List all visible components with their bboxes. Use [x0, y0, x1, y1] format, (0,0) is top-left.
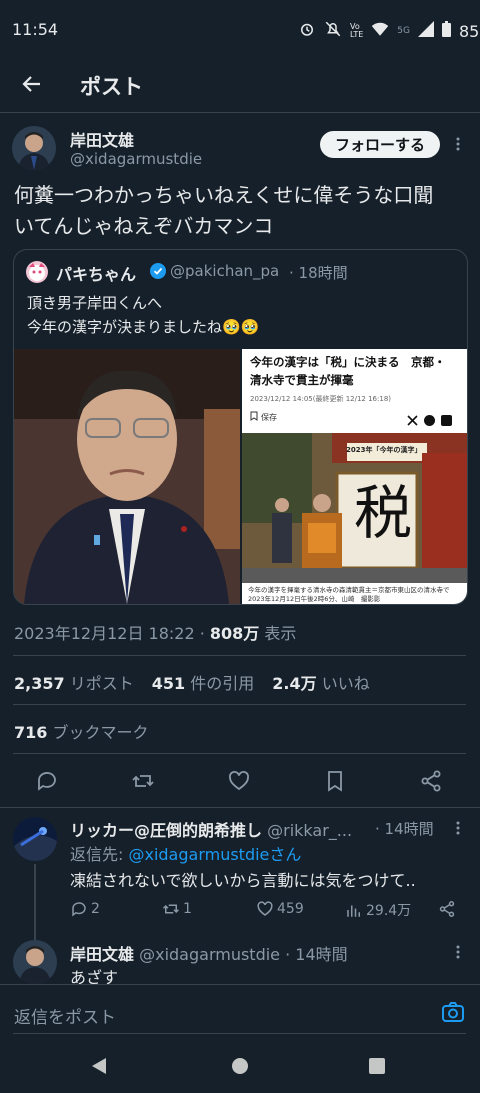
quote-time: · 18時間 [289, 264, 348, 282]
system-nav-bar [0, 1038, 480, 1093]
volte-icon: Vo LTE [350, 22, 364, 39]
reposts-stat[interactable]: 2,357 リポスト [14, 670, 134, 694]
bookmarks-stat[interactable]: 716 ブックマーク [14, 719, 149, 743]
reply-icon [72, 902, 86, 917]
bookmark-icon[interactable] [323, 769, 347, 793]
x-share-icon [407, 411, 418, 430]
reply-author-name[interactable]: 岸田文雄 [70, 945, 134, 964]
status-bar: 11:54 VoLTE 5G 85% [0, 0, 480, 60]
reply-comment-button[interactable]: 2 [70, 900, 100, 918]
status-time: 11:54 [12, 20, 59, 39]
reply-repost-button[interactable]: 1 [162, 900, 192, 918]
repost-icon [162, 904, 180, 914]
bookmark-icon [250, 411, 258, 423]
camera-icon[interactable] [441, 1001, 465, 1027]
reply-text: 凍結されないで欲しいから言動には気をつけて.. [70, 871, 416, 890]
reply-actions: 2 1 459 29.4万 [70, 900, 460, 922]
more-options-icon[interactable] [450, 820, 466, 836]
page-title: ポスト [80, 75, 143, 99]
more-options-icon[interactable] [450, 944, 466, 960]
temple-photo: 2023年「今年の漢字」 税 [242, 433, 467, 583]
reply-header: リッカー@圧倒的朗希推し @rikkar_... [70, 821, 353, 840]
reply-header: 岸田文雄 @xidagarmustdie · 14時間 [70, 945, 348, 964]
nav-back-icon[interactable] [90, 1057, 108, 1079]
likes-stat[interactable]: 2.4万 いいね [272, 670, 369, 694]
battery-icon [442, 21, 451, 41]
quote-author-name: パキちゃん [56, 265, 137, 284]
share-icon[interactable] [438, 900, 456, 922]
wifi-icon [371, 21, 389, 41]
reply-avatar[interactable] [13, 940, 57, 984]
follow-button[interactable]: フォローする [320, 131, 440, 158]
nav-recents-icon[interactable] [369, 1058, 385, 1078]
facebook-share-icon [424, 411, 435, 430]
views-count: 808万 [209, 624, 260, 643]
quoted-post[interactable]: パキちゃん @pakichan_pa · 18時間 頂き男子岸田くんへ 今年の漢… [13, 249, 468, 605]
reply-author-name[interactable]: リッカー@圧倒的朗希推し [70, 821, 262, 840]
nav-home-icon[interactable] [231, 1057, 249, 1079]
author-handle[interactable]: @xidagarmustdie [70, 150, 202, 168]
kishida-photo[interactable] [14, 349, 240, 604]
back-arrow-icon[interactable] [20, 72, 44, 96]
reply-avatar[interactable] [13, 817, 57, 861]
mute-icon [324, 20, 342, 42]
engagement-stats: 2,357 リポスト 451 件の引用 2.4万 いいね [14, 670, 370, 694]
reply-to-link[interactable]: @xidagarmustdieさん [128, 845, 301, 864]
reply-to-line: 返信先: @xidagarmustdieさん [70, 845, 302, 864]
reply-time: · 14時間 [375, 820, 434, 838]
action-bar [0, 765, 480, 797]
signal-icon [418, 21, 434, 41]
thread-line [34, 864, 36, 940]
news-article-image[interactable]: 今年の漢字は「税」に決まる 京都・ 清水寺で貫主が揮毫 2023/12/12 1… [242, 349, 467, 604]
quotes-stat[interactable]: 451 件の引用 [152, 670, 255, 694]
quote-avatar [26, 261, 48, 283]
quote-text: 頂き男子岸田くんへ 今年の漢字が決まりましたね🥹🥹 [27, 294, 260, 336]
repost-icon[interactable] [131, 769, 155, 793]
verified-badge-icon [150, 263, 166, 283]
kanji-tax: 税 [354, 479, 413, 547]
quote-author-handle: @pakichan_pa [170, 262, 280, 280]
avatar[interactable] [12, 126, 56, 170]
more-options-icon[interactable] [450, 136, 466, 152]
post-timestamp: 2023年12月12日 18:22 · 808万 表示 [14, 624, 297, 643]
author-name[interactable]: 岸田文雄 [70, 127, 134, 151]
reply-composer: 返信をポスト [0, 984, 480, 1035]
top-bar: ポスト [0, 60, 480, 112]
views-chart-icon [347, 905, 360, 917]
alarm-icon [298, 20, 316, 42]
hatena-share-icon [441, 411, 452, 430]
battery-level: 85% [459, 21, 480, 41]
reply-like-button[interactable]: 459 [256, 900, 304, 918]
network-5g-label: 5G [397, 26, 410, 36]
like-heart-icon [257, 901, 273, 916]
reply-views-button[interactable]: 29.4万 [345, 900, 411, 920]
share-icon[interactable] [419, 769, 443, 793]
reply-input[interactable]: 返信をポスト [14, 1003, 116, 1028]
like-heart-icon[interactable] [227, 769, 251, 793]
reply-icon[interactable] [35, 769, 59, 793]
post-text: 何糞一つわかっちゃいねえくせに偉そうな口聞 いてんじゃねえぞバカマンコ [14, 183, 434, 238]
